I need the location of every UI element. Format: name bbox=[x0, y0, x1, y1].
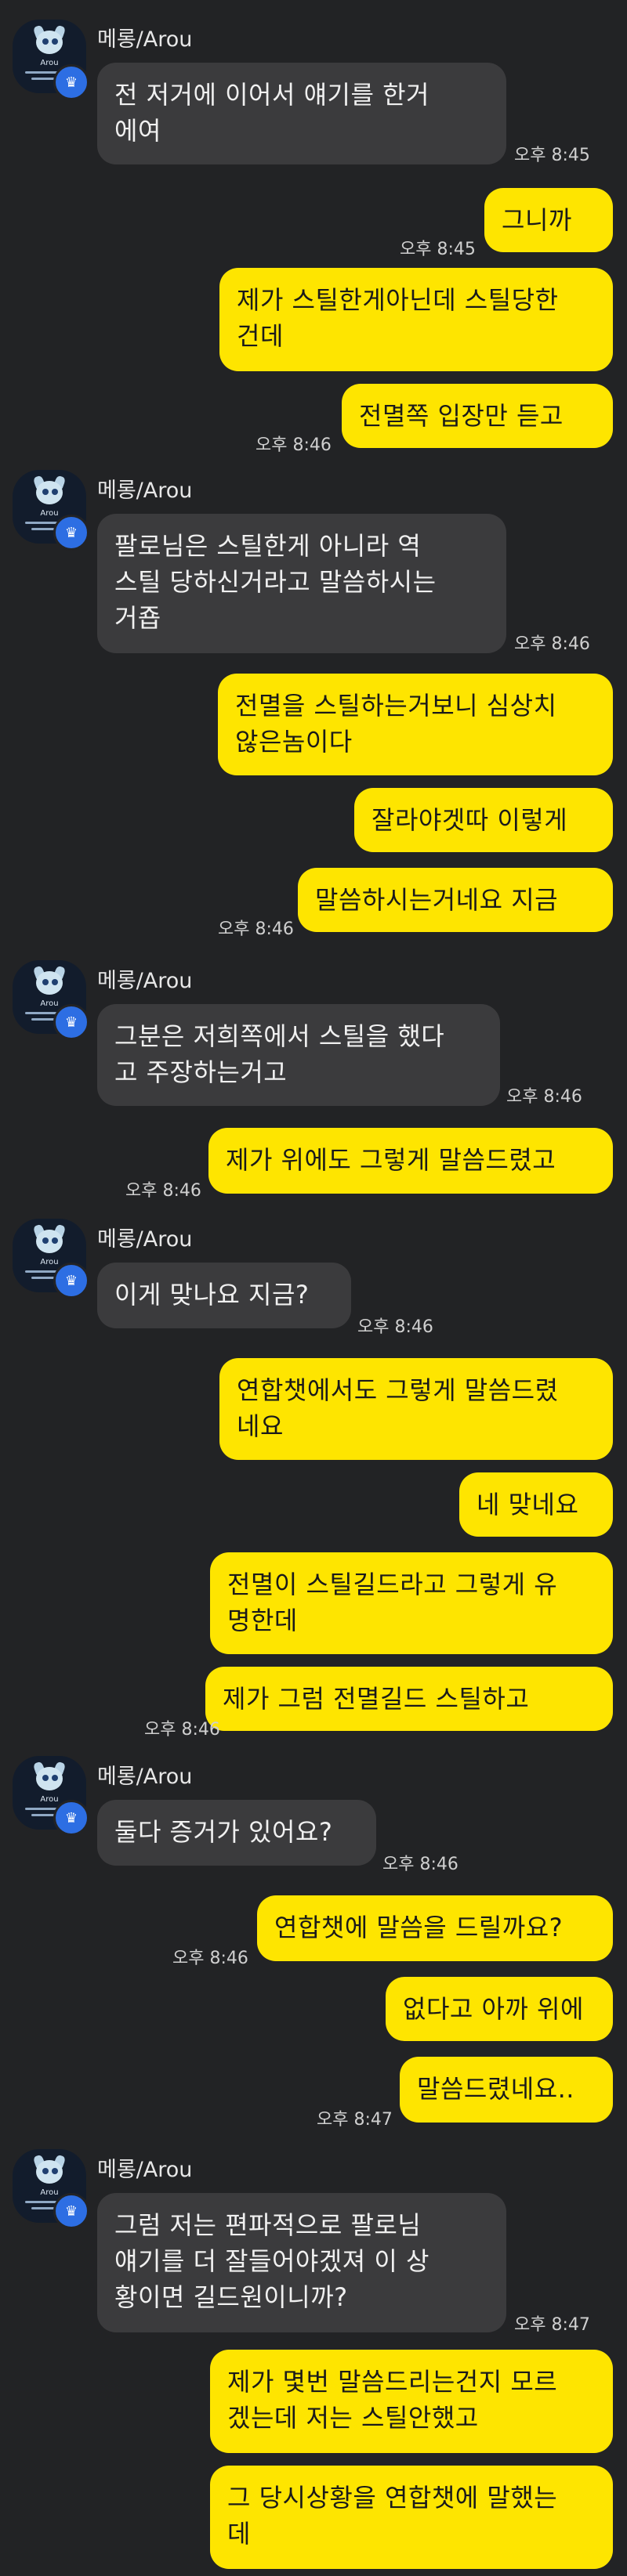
crown-icon: ♛ bbox=[53, 64, 89, 100]
message-bubble-out[interactable]: 없다고 아까 위에 bbox=[386, 1977, 613, 2041]
sender-name: 메롱/Arou bbox=[97, 479, 193, 503]
avatar-eye bbox=[52, 489, 58, 495]
message-bubble-out[interactable]: 전멸이 스틸길드라고 그렇게 유 명한데 bbox=[210, 1552, 613, 1654]
message-bubble-out[interactable]: 잘라야겟따 이렇게 bbox=[354, 788, 613, 852]
avatar-face bbox=[36, 1230, 63, 1253]
message-bubble-in[interactable]: 그분은 저희쪽에서 스틸을 했다 고 주장하는거고 bbox=[97, 1004, 500, 1106]
message-bubble-out[interactable]: 네 맞네요 bbox=[459, 1472, 613, 1537]
message-bubble-out[interactable]: 연합챗에 말씀을 드릴까요? bbox=[257, 1895, 613, 1961]
avatar-face bbox=[36, 2160, 63, 2184]
message-time: 오후 8:46 bbox=[514, 634, 590, 654]
crown-icon: ♛ bbox=[53, 1800, 89, 1836]
message-time: 오후 8:45 bbox=[514, 146, 590, 165]
sender-name: 메롱/Arou bbox=[97, 2158, 193, 2182]
message-time: 오후 8:47 bbox=[514, 2315, 590, 2335]
message-time: 오후 8:46 bbox=[382, 1855, 458, 1874]
avatar-eye bbox=[42, 2168, 49, 2174]
avatar-face bbox=[36, 971, 63, 995]
sender-name: 메롱/Arou bbox=[97, 27, 193, 52]
message-time: 오후 8:45 bbox=[400, 240, 476, 259]
message-bubble-out[interactable]: 제가 몇번 말씀드리는건지 모르 겠는데 저는 스틸안했고 bbox=[210, 2350, 613, 2453]
avatar-eye bbox=[52, 979, 58, 985]
message-bubble-out[interactable]: 그 당시상황을 연합챗에 말했는 데 bbox=[210, 2466, 613, 2569]
message-bubble-in[interactable]: 팔로님은 스틸한게 아니라 역 스틸 당하신거라고 말씀하시는 거죱 bbox=[97, 514, 506, 653]
message-time: 오후 8:46 bbox=[256, 435, 332, 455]
message-bubble-out[interactable]: 전멸쪽 입장만 듣고 bbox=[342, 384, 613, 448]
message-time: 오후 8:46 bbox=[125, 1181, 201, 1201]
message-time: 오후 8:46 bbox=[144, 1720, 220, 1740]
avatar-eye bbox=[42, 38, 49, 45]
sender-name: 메롱/Arou bbox=[97, 1227, 193, 1252]
message-bubble-out[interactable]: 전멸을 스틸하는거보니 심상치 않은놈이다 bbox=[218, 674, 613, 775]
message-bubble-out[interactable]: 말씀하시는거네요 지금 bbox=[298, 868, 613, 932]
avatar-eye bbox=[42, 979, 49, 985]
avatar-eye bbox=[52, 1775, 58, 1781]
message-time: 오후 8:46 bbox=[172, 1949, 248, 1968]
avatar-eye bbox=[42, 489, 49, 495]
message-time: 오후 8:46 bbox=[218, 919, 294, 939]
message-bubble-in[interactable]: 그럼 저는 편파적으로 팔로님 얘기를 더 잘들어야겠져 이 상 황이면 길드원… bbox=[97, 2193, 506, 2332]
sender-name: 메롱/Arou bbox=[97, 1765, 193, 1789]
crown-icon: ♛ bbox=[53, 2193, 89, 2229]
avatar-face bbox=[36, 1767, 63, 1790]
avatar-eye bbox=[42, 1775, 49, 1781]
sender-name: 메롱/Arou bbox=[97, 969, 193, 993]
avatar-eye bbox=[52, 1237, 58, 1244]
message-time: 오후 8:46 bbox=[506, 1087, 582, 1107]
message-bubble-in[interactable]: 이게 맞나요 지금? bbox=[97, 1263, 351, 1328]
crown-icon: ♛ bbox=[53, 515, 89, 551]
message-bubble-out[interactable]: 제가 그럼 전멸길드 스틸하고 bbox=[205, 1667, 613, 1731]
message-bubble-out[interactable]: 말씀드렸네요.. bbox=[400, 2057, 613, 2123]
crown-icon: ♛ bbox=[53, 1263, 89, 1299]
crown-icon: ♛ bbox=[53, 1004, 89, 1040]
avatar-face bbox=[36, 481, 63, 504]
message-bubble-in[interactable]: 둘다 증거가 있어요? bbox=[97, 1800, 376, 1866]
message-time: 오후 8:47 bbox=[317, 2110, 393, 2130]
avatar-face bbox=[36, 31, 63, 54]
chat-screen[interactable]: Arou ♛ 메롱/Arou 전 저거에 이어서 얘기를 한거 에여 오후 8:… bbox=[0, 0, 627, 2576]
avatar-eye bbox=[42, 1237, 49, 1244]
message-bubble-out[interactable]: 그니까 bbox=[484, 188, 613, 252]
message-time: 오후 8:46 bbox=[357, 1317, 433, 1337]
message-bubble-out[interactable]: 연합챗에서도 그렇게 말씀드렸 네요 bbox=[219, 1358, 613, 1460]
avatar-eye bbox=[52, 2168, 58, 2174]
message-bubble-out[interactable]: 제가 스틸한게아닌데 스틸당한 건데 bbox=[219, 268, 613, 371]
avatar-eye bbox=[52, 38, 58, 45]
message-bubble-out[interactable]: 제가 위에도 그렇게 말씀드렸고 bbox=[208, 1128, 613, 1194]
message-bubble-in[interactable]: 전 저거에 이어서 얘기를 한거 에여 bbox=[97, 63, 506, 164]
